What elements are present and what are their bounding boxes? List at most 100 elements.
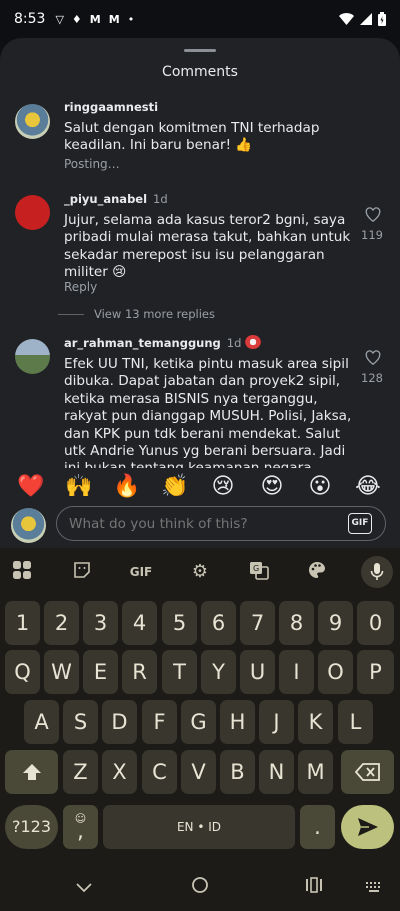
reaction-cry[interactable]: 😢 [208, 474, 238, 500]
heart-icon [365, 350, 381, 365]
key-f[interactable]: F [142, 700, 177, 744]
like-button[interactable] [360, 207, 386, 222]
key-q[interactable]: Q [5, 650, 40, 694]
microphone-icon[interactable] [361, 556, 393, 588]
key-5[interactable]: 5 [162, 601, 197, 645]
key-o[interactable]: O [318, 650, 353, 694]
reaction-fire[interactable]: 🔥 [112, 474, 142, 500]
avatar[interactable] [15, 104, 50, 139]
comment-input[interactable] [56, 506, 386, 541]
like-button[interactable] [360, 350, 386, 365]
key-i[interactable]: I [279, 650, 314, 694]
badge-icon [245, 335, 262, 349]
chevron-down-icon[interactable] [70, 876, 98, 900]
key-1[interactable]: 1 [5, 601, 40, 645]
vpn-icon: ▽ [55, 12, 64, 26]
reaction-raised-hands[interactable]: 🙌 [64, 474, 94, 500]
send-key[interactable] [341, 805, 394, 849]
avatar [11, 508, 46, 543]
sticker-icon[interactable] [68, 560, 96, 584]
status-right-icons [339, 12, 386, 26]
key-u[interactable]: U [240, 650, 275, 694]
key-z[interactable]: Z [63, 750, 98, 794]
palette-icon[interactable] [303, 560, 331, 584]
reply-button[interactable]: Reply [64, 280, 97, 294]
keyboard: GIF ⚙ G 1 2 3 4 5 6 7 8 9 0 Q W E R T Y … [0, 548, 400, 866]
key-s[interactable]: S [63, 700, 98, 744]
reaction-heart[interactable]: ❤️ [16, 474, 46, 500]
shift-key[interactable] [5, 750, 58, 794]
reaction-laugh[interactable]: 😂 [353, 474, 383, 500]
avatar[interactable] [15, 339, 50, 374]
key-6[interactable]: 6 [201, 601, 236, 645]
shift-icon [22, 764, 41, 780]
reaction-bar: ❤️ 🙌 🔥 👏 😢 😍 😮 😂 [0, 468, 400, 508]
key-n[interactable]: N [259, 750, 294, 794]
notification-icon: ♦ [71, 12, 82, 26]
symbols-key[interactable]: ?123 [5, 805, 58, 849]
key-b[interactable]: B [220, 750, 255, 794]
reaction-heart-eyes[interactable]: 😍 [257, 474, 287, 500]
comment-text: Efek UU TNI, ketika pintu masuk area sip… [64, 356, 352, 476]
key-j[interactable]: J [259, 700, 294, 744]
key-0[interactable]: 0 [357, 601, 394, 645]
space-key[interactable]: EN • ID [103, 805, 295, 849]
dot-icon: • [127, 12, 135, 26]
comment-username[interactable]: _piyu_anabel 1d [64, 192, 168, 206]
key-3[interactable]: 3 [83, 601, 118, 645]
wifi-icon [339, 13, 354, 25]
like-count: 119 [361, 228, 383, 242]
posting-status: Posting… [64, 157, 120, 171]
key-p[interactable]: P [357, 650, 394, 694]
period-key[interactable]: . [300, 805, 335, 849]
key-2[interactable]: 2 [44, 601, 79, 645]
home-icon[interactable] [186, 876, 214, 900]
view-more-replies[interactable]: View 13 more replies [58, 307, 215, 321]
avatar[interactable] [15, 195, 50, 230]
key-g[interactable]: G [181, 700, 216, 744]
backspace-icon [354, 763, 380, 781]
gmail-icon: M [89, 12, 101, 26]
comma-key[interactable]: ☺ , [63, 805, 98, 849]
send-icon [357, 818, 378, 836]
key-m[interactable]: M [298, 750, 333, 794]
key-k[interactable]: K [298, 700, 333, 744]
signal-icon [360, 13, 372, 25]
svg-text:G: G [253, 564, 259, 573]
key-v[interactable]: V [181, 750, 216, 794]
key-7[interactable]: 7 [240, 601, 275, 645]
key-c[interactable]: C [142, 750, 177, 794]
keyboard-toolbar: GIF ⚙ G [0, 548, 400, 596]
comment-text: Jujur, selama ada kasus teror2 bgni, say… [64, 212, 351, 281]
key-e[interactable]: E [83, 650, 118, 694]
keyboard-switch-icon[interactable] [360, 876, 388, 900]
comment-username[interactable]: ringgaamnesti [64, 100, 158, 114]
apps-grid-icon[interactable] [8, 560, 36, 584]
key-t[interactable]: T [162, 650, 197, 694]
drag-handle[interactable] [184, 49, 216, 52]
gmail-icon: M [108, 12, 120, 26]
key-d[interactable]: D [102, 700, 137, 744]
comment-composer: GIF [0, 506, 400, 548]
key-9[interactable]: 9 [318, 601, 353, 645]
key-8[interactable]: 8 [279, 601, 314, 645]
comment-username[interactable]: ar_rahman_temanggung 1d [64, 335, 262, 350]
key-y[interactable]: Y [201, 650, 236, 694]
backspace-key[interactable] [341, 750, 394, 794]
recents-icon[interactable] [300, 876, 328, 900]
reaction-clap[interactable]: 👏 [160, 474, 190, 500]
key-r[interactable]: R [122, 650, 157, 694]
comment-text: Salut dengan komitmen TNI terhadap keadi… [64, 120, 320, 154]
reaction-wow[interactable]: 😮 [305, 474, 335, 500]
gear-icon[interactable]: ⚙ [186, 560, 214, 584]
key-x[interactable]: X [102, 750, 137, 794]
gif-button[interactable]: GIF [348, 513, 372, 534]
gif-tool-button[interactable]: GIF [124, 560, 158, 584]
key-h[interactable]: H [220, 700, 255, 744]
key-a[interactable]: A [24, 700, 59, 744]
translate-icon[interactable]: G [245, 560, 273, 584]
key-w[interactable]: W [44, 650, 79, 694]
comment-time: 1d [226, 336, 242, 350]
key-l[interactable]: L [338, 700, 373, 744]
key-4[interactable]: 4 [122, 601, 157, 645]
